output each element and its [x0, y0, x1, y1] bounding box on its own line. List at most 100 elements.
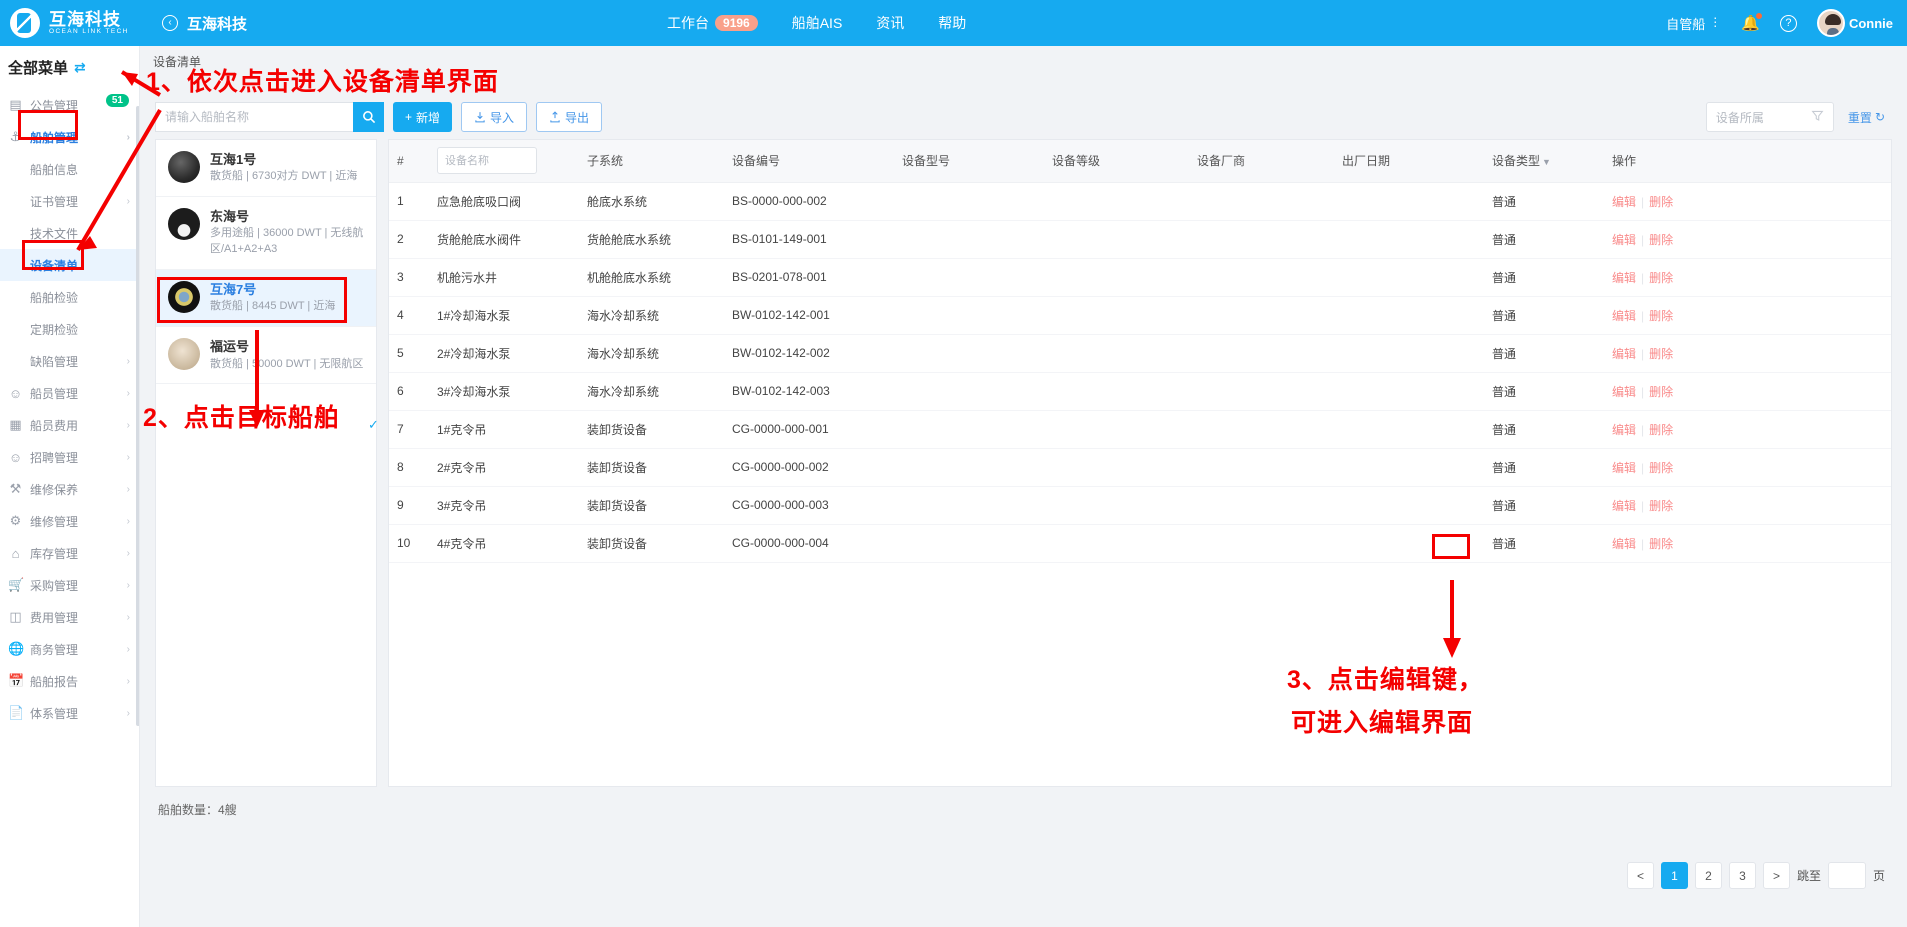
sidebar-item-6[interactable]: 船舶检验	[0, 281, 139, 313]
cell-operations: 编辑 | 删除	[1604, 334, 1891, 373]
delete-link[interactable]: 删除	[1649, 195, 1673, 209]
equipment-name-filter-input[interactable]	[437, 147, 537, 175]
export-button[interactable]: 导出	[536, 102, 603, 132]
operation-separator: |	[1641, 422, 1645, 437]
cell-idx: 4	[389, 296, 429, 335]
cell-vendor	[1189, 220, 1334, 259]
edit-link[interactable]: 编辑	[1612, 537, 1636, 551]
sidebar-item-3[interactable]: 证书管理 ›	[0, 185, 139, 217]
page-button-2[interactable]: 2	[1694, 862, 1722, 889]
help-question-icon[interactable]: ?	[1779, 14, 1797, 32]
reset-button[interactable]: 重置 ↻	[1848, 109, 1885, 126]
sidebar-item-label: 采购管理	[30, 578, 79, 593]
ship-list-item[interactable]: 互海1号散货船 | 6730对方 DWT | 近海	[156, 140, 376, 198]
table-col-name[interactable]	[429, 140, 579, 183]
delete-link[interactable]: 删除	[1649, 385, 1673, 399]
cell-vendor	[1189, 182, 1334, 221]
edit-link[interactable]: 编辑	[1612, 309, 1636, 323]
back-arrow-icon[interactable]: ‹	[162, 15, 178, 31]
edit-link[interactable]: 编辑	[1612, 385, 1636, 399]
fleet-selector[interactable]: 自管船 ⋮	[1666, 14, 1721, 33]
page-prev-button[interactable]: <	[1626, 862, 1654, 889]
user-profile[interactable]: Connie	[1816, 9, 1893, 37]
table-col-grade: 设备等级	[1044, 140, 1189, 183]
search-button[interactable]	[353, 102, 384, 132]
page-button-3[interactable]: 3	[1728, 862, 1756, 889]
edit-link[interactable]: 编辑	[1612, 233, 1636, 247]
sidebar-item-10[interactable]: ▦ 船员费用 ›	[0, 409, 139, 441]
cell-type: 普通	[1484, 220, 1604, 259]
delete-link[interactable]: 删除	[1649, 537, 1673, 551]
sidebar-item-11[interactable]: ☺ 招聘管理 ›	[0, 441, 139, 473]
edit-link[interactable]: 编辑	[1612, 461, 1636, 475]
sidebar-item-label: 船员费用	[30, 418, 79, 433]
sidebar-item-5[interactable]: 设备清单	[0, 249, 139, 281]
sidebar-menu-list: ▤ 公告管理 51 ⚓ 船舶管理 › 船舶信息 证书管理 › 技术文件 设备清单 船舶检验 定期检验 缺陷…	[0, 89, 139, 729]
page-next-button[interactable]: >	[1762, 862, 1790, 889]
ship-list-item[interactable]: 互海7号 散货船 | 8445 DWT | 近海	[156, 270, 376, 328]
notification-bell-icon[interactable]: 🔔	[1741, 13, 1762, 32]
ship-list-item[interactable]: 东海号 多用途船 | 36000 DWT | 无线航区/A1+A2+A3	[156, 197, 376, 271]
delete-link[interactable]: 删除	[1649, 309, 1673, 323]
sidebar-item-19[interactable]: 📄 体系管理 ›	[0, 697, 139, 729]
table-col-type[interactable]: 设备类型 ▼	[1484, 140, 1604, 183]
table-body: 1 应急舱底吸口阀 舱底水系统 BS-0000-000-002 普通 编辑 | 删除 2 货舱舱底…	[389, 182, 1891, 563]
edit-link[interactable]: 编辑	[1612, 347, 1636, 361]
delete-link[interactable]: 删除	[1649, 423, 1673, 437]
sidebar-item-0[interactable]: ▤ 公告管理 51	[0, 89, 139, 121]
sidebar-item-18[interactable]: 📅 船舶报告 ›	[0, 665, 139, 697]
edit-link[interactable]: 编辑	[1612, 195, 1636, 209]
table-col-code: 设备编号	[724, 140, 894, 183]
nav-item-workbench[interactable]: 工作台 9196	[667, 13, 758, 33]
equipment-owner-filter[interactable]: 设备所属	[1705, 102, 1834, 132]
sidebar-item-2[interactable]: 船舶信息	[0, 153, 139, 185]
cell-subsystem: 装卸货设备	[579, 448, 724, 487]
nav-item-help[interactable]: 帮助	[938, 13, 966, 33]
cell-model	[894, 334, 1044, 373]
table-col-op: 操作	[1604, 140, 1891, 183]
import-button[interactable]: 导入	[461, 102, 528, 132]
sidebar-item-4[interactable]: 技术文件	[0, 217, 139, 249]
delete-link[interactable]: 删除	[1649, 499, 1673, 513]
sidebar-item-15[interactable]: 🛒 采购管理 ›	[0, 569, 139, 601]
cell-model	[894, 182, 1044, 221]
sidebar-item-7[interactable]: 定期检验	[0, 313, 139, 345]
delete-link[interactable]: 删除	[1649, 271, 1673, 285]
sidebar-item-14[interactable]: ⌂ 库存管理 ›	[0, 537, 139, 569]
sidebar-item-8[interactable]: 缺陷管理 ›	[0, 345, 139, 377]
delete-link[interactable]: 删除	[1649, 347, 1673, 361]
sidebar-item-9[interactable]: ☺ 船员管理 ›	[0, 377, 139, 409]
sidebar-item-12[interactable]: ⚒ 维修保养 ›	[0, 473, 139, 505]
sidebar-item-1[interactable]: ⚓ 船舶管理 ›	[0, 121, 139, 153]
ship-search-group	[155, 102, 384, 132]
sidebar-item-17[interactable]: 🌐 商务管理 ›	[0, 633, 139, 665]
ship-list-item[interactable]: 福运号 散货船 | 50000 DWT | 无限航区	[156, 327, 376, 385]
nav-item-news[interactable]: 资讯	[876, 13, 904, 33]
delete-link[interactable]: 删除	[1649, 461, 1673, 475]
back-title-group[interactable]: ‹ 互海科技	[162, 13, 247, 34]
nav-item-ais[interactable]: 船舶AIS	[792, 13, 843, 33]
jump-page-input[interactable]	[1827, 862, 1866, 889]
search-input[interactable]	[155, 102, 353, 132]
menu-title[interactable]: 全部菜单 ⇄	[0, 46, 139, 89]
sidebar-item-16[interactable]: ◫ 费用管理 ›	[0, 601, 139, 633]
ship-meta: 散货船 | 6730对方 DWT | 近海	[210, 170, 358, 183]
swap-icon[interactable]: ⇄	[74, 59, 86, 76]
cell-vendor	[1189, 372, 1334, 411]
refresh-icon: ↻	[1874, 110, 1885, 124]
add-button[interactable]: + 新增	[393, 102, 453, 132]
more-dots-icon[interactable]: ⋮	[1709, 16, 1721, 28]
delete-link[interactable]: 删除	[1649, 233, 1673, 247]
edit-link[interactable]: 编辑	[1612, 271, 1636, 285]
sort-caret-icon[interactable]: ▼	[1542, 157, 1551, 167]
edit-link[interactable]: 编辑	[1612, 499, 1636, 513]
ship-name: 互海1号	[210, 152, 257, 167]
table-header: #子系统设备编号设备型号设备等级设备厂商出厂日期设备类型▼操作	[389, 140, 1891, 183]
filter-placeholder-label: 设备所属	[1715, 110, 1764, 125]
edit-link[interactable]: 编辑	[1612, 423, 1636, 437]
sidebar-item-13[interactable]: ⚙ 维修管理 ›	[0, 505, 139, 537]
page-button-1[interactable]: 1	[1660, 862, 1688, 889]
back-title-label: 互海科技	[187, 15, 248, 33]
cell-idx: 3	[389, 258, 429, 297]
cell-name: 1#克令吊	[429, 410, 579, 449]
